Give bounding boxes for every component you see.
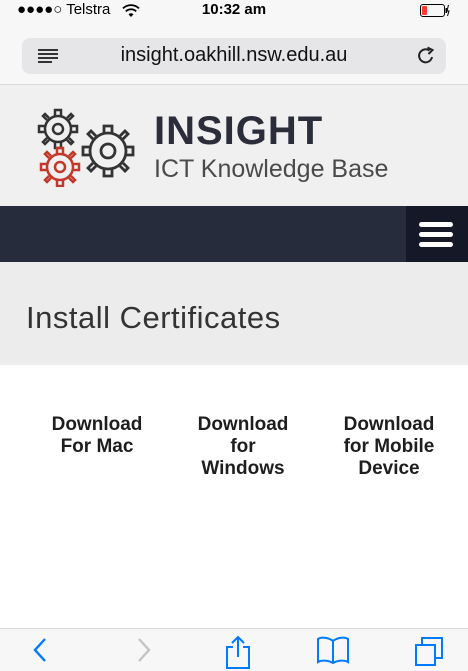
hamburger-menu-button[interactable] bbox=[406, 206, 468, 262]
site-subtitle: ICT Knowledge Base bbox=[154, 155, 389, 183]
tabs-icon[interactable] bbox=[414, 635, 444, 667]
back-icon[interactable] bbox=[30, 635, 50, 665]
gears-logo-icon[interactable] bbox=[30, 105, 150, 187]
download-mobile-line2: for Mobile bbox=[343, 436, 435, 457]
download-windows-line1: Download bbox=[197, 414, 289, 435]
bookmarks-icon[interactable] bbox=[316, 635, 350, 665]
download-windows-line2: for bbox=[230, 436, 256, 457]
browser-chrome: insight.oakhill.nsw.edu.au bbox=[0, 22, 468, 85]
reload-icon[interactable] bbox=[415, 45, 437, 67]
page-title-band: Install Certificates bbox=[0, 262, 468, 365]
share-icon[interactable] bbox=[224, 635, 252, 669]
url-text[interactable]: insight.oakhill.nsw.edu.au bbox=[22, 44, 446, 67]
site-title[interactable]: INSIGHT bbox=[154, 109, 323, 154]
menu-bar-icon bbox=[419, 232, 453, 237]
download-mac-link[interactable]: Download For Mac bbox=[32, 414, 162, 458]
status-bar: ●●●●○ Telstra 10:32 am bbox=[0, 0, 468, 22]
download-windows-link[interactable]: Download for Windows bbox=[178, 414, 308, 480]
address-bar[interactable]: insight.oakhill.nsw.edu.au bbox=[22, 38, 446, 74]
menu-bar-icon bbox=[419, 242, 453, 247]
site-header: INSIGHT ICT Knowledge Base bbox=[0, 85, 468, 206]
battery-icon bbox=[420, 4, 450, 17]
download-mobile-line3: Device bbox=[358, 458, 420, 479]
download-mobile-link[interactable]: Download for Mobile Device bbox=[324, 414, 454, 480]
download-mac-line2: For Mac bbox=[60, 436, 134, 457]
site-navbar bbox=[0, 206, 468, 262]
download-windows-line3: Windows bbox=[201, 458, 285, 479]
clock: 10:32 am bbox=[201, 1, 267, 18]
download-mobile-line1: Download bbox=[343, 414, 435, 435]
forward-icon[interactable] bbox=[134, 635, 154, 665]
download-mac-line1: Download bbox=[51, 414, 143, 435]
browser-toolbar bbox=[0, 628, 468, 671]
page-title: Install Certificates bbox=[26, 300, 281, 335]
menu-bar-icon bbox=[419, 222, 453, 227]
